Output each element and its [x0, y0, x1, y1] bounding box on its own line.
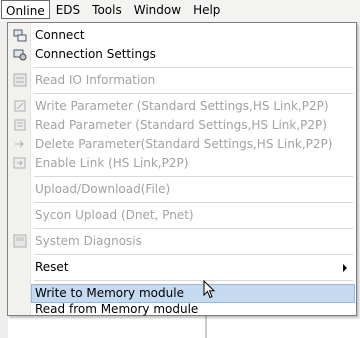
menu-separator	[34, 67, 353, 68]
menu-item-label: Reset	[35, 260, 69, 274]
connect-icon	[13, 29, 27, 42]
menu-eds[interactable]: EDS	[50, 0, 86, 19]
online-dropdown-menu: Connect Connection Settings Read IO Info…	[7, 22, 357, 316]
menu-item-sycon-upload[interactable]: Sycon Upload (Dnet, Pnet)	[9, 206, 355, 225]
background-divider	[205, 316, 207, 338]
menu-online[interactable]: Online	[1, 0, 50, 19]
menu-item-label: Connect	[35, 28, 85, 42]
enable-link-icon	[13, 157, 26, 169]
menu-tools[interactable]: Tools	[86, 0, 128, 19]
menu-item-label: Sycon Upload (Dnet, Pnet)	[35, 208, 194, 222]
menu-item-label: Upload/Download(File)	[35, 182, 171, 196]
menu-item-label: Write to Memory module	[35, 286, 184, 300]
menu-item-label: Read from Memory module	[35, 302, 199, 316]
menu-item-system-diagnosis[interactable]: System Diagnosis	[9, 232, 355, 251]
menu-separator	[34, 254, 353, 255]
menu-item-read-io[interactable]: Read IO Information	[9, 71, 355, 90]
menu-item-reset[interactable]: Reset	[9, 258, 355, 277]
menu-item-connect[interactable]: Connect	[9, 26, 355, 45]
submenu-arrow-icon	[343, 264, 347, 272]
menu-item-label: Delete Parameter(Standard Settings,HS Li…	[35, 137, 333, 151]
menu-item-label: System Diagnosis	[35, 234, 142, 248]
menu-help[interactable]: Help	[187, 0, 226, 19]
menu-item-delete-parameter[interactable]: Delete Parameter(Standard Settings,HS Li…	[9, 135, 355, 154]
delete-parameter-icon	[15, 140, 24, 148]
menu-separator	[34, 202, 353, 203]
menu-item-label: Connection Settings	[35, 47, 156, 61]
menu-item-label: Enable Link (HS Link,P2P)	[35, 156, 189, 170]
menu-item-read-parameter[interactable]: Read Parameter (Standard Settings,HS Lin…	[9, 116, 355, 135]
menu-item-enable-link[interactable]: Enable Link (HS Link,P2P)	[9, 154, 355, 173]
menu-item-connection-settings[interactable]: Connection Settings	[9, 45, 355, 64]
menu-item-label: Read IO Information	[35, 73, 156, 87]
write-parameter-icon	[14, 100, 26, 112]
menu-item-write-parameter[interactable]: Write Parameter (Standard Settings,HS Li…	[9, 97, 355, 116]
menu-item-write-to-memory-module[interactable]: Write to Memory module	[31, 284, 355, 303]
menu-bar: Online EDS Tools Window Help	[0, 0, 360, 23]
mouse-cursor-icon	[203, 280, 216, 299]
menu-item-label: Read Parameter (Standard Settings,HS Lin…	[35, 118, 327, 132]
read-io-icon	[13, 73, 27, 87]
menu-separator	[34, 176, 353, 177]
read-parameter-icon	[14, 119, 26, 131]
menu-item-read-from-memory-module[interactable]: Read from Memory module	[9, 303, 355, 315]
menu-item-label: Write Parameter (Standard Settings,HS Li…	[35, 99, 329, 113]
menu-separator	[34, 93, 353, 94]
menu-window[interactable]: Window	[128, 0, 187, 19]
connection-settings-icon	[13, 49, 27, 61]
menu-separator	[34, 228, 353, 229]
menu-separator	[34, 280, 353, 281]
system-diagnosis-icon	[13, 234, 27, 248]
menu-item-upload-download[interactable]: Upload/Download(File)	[9, 180, 355, 199]
